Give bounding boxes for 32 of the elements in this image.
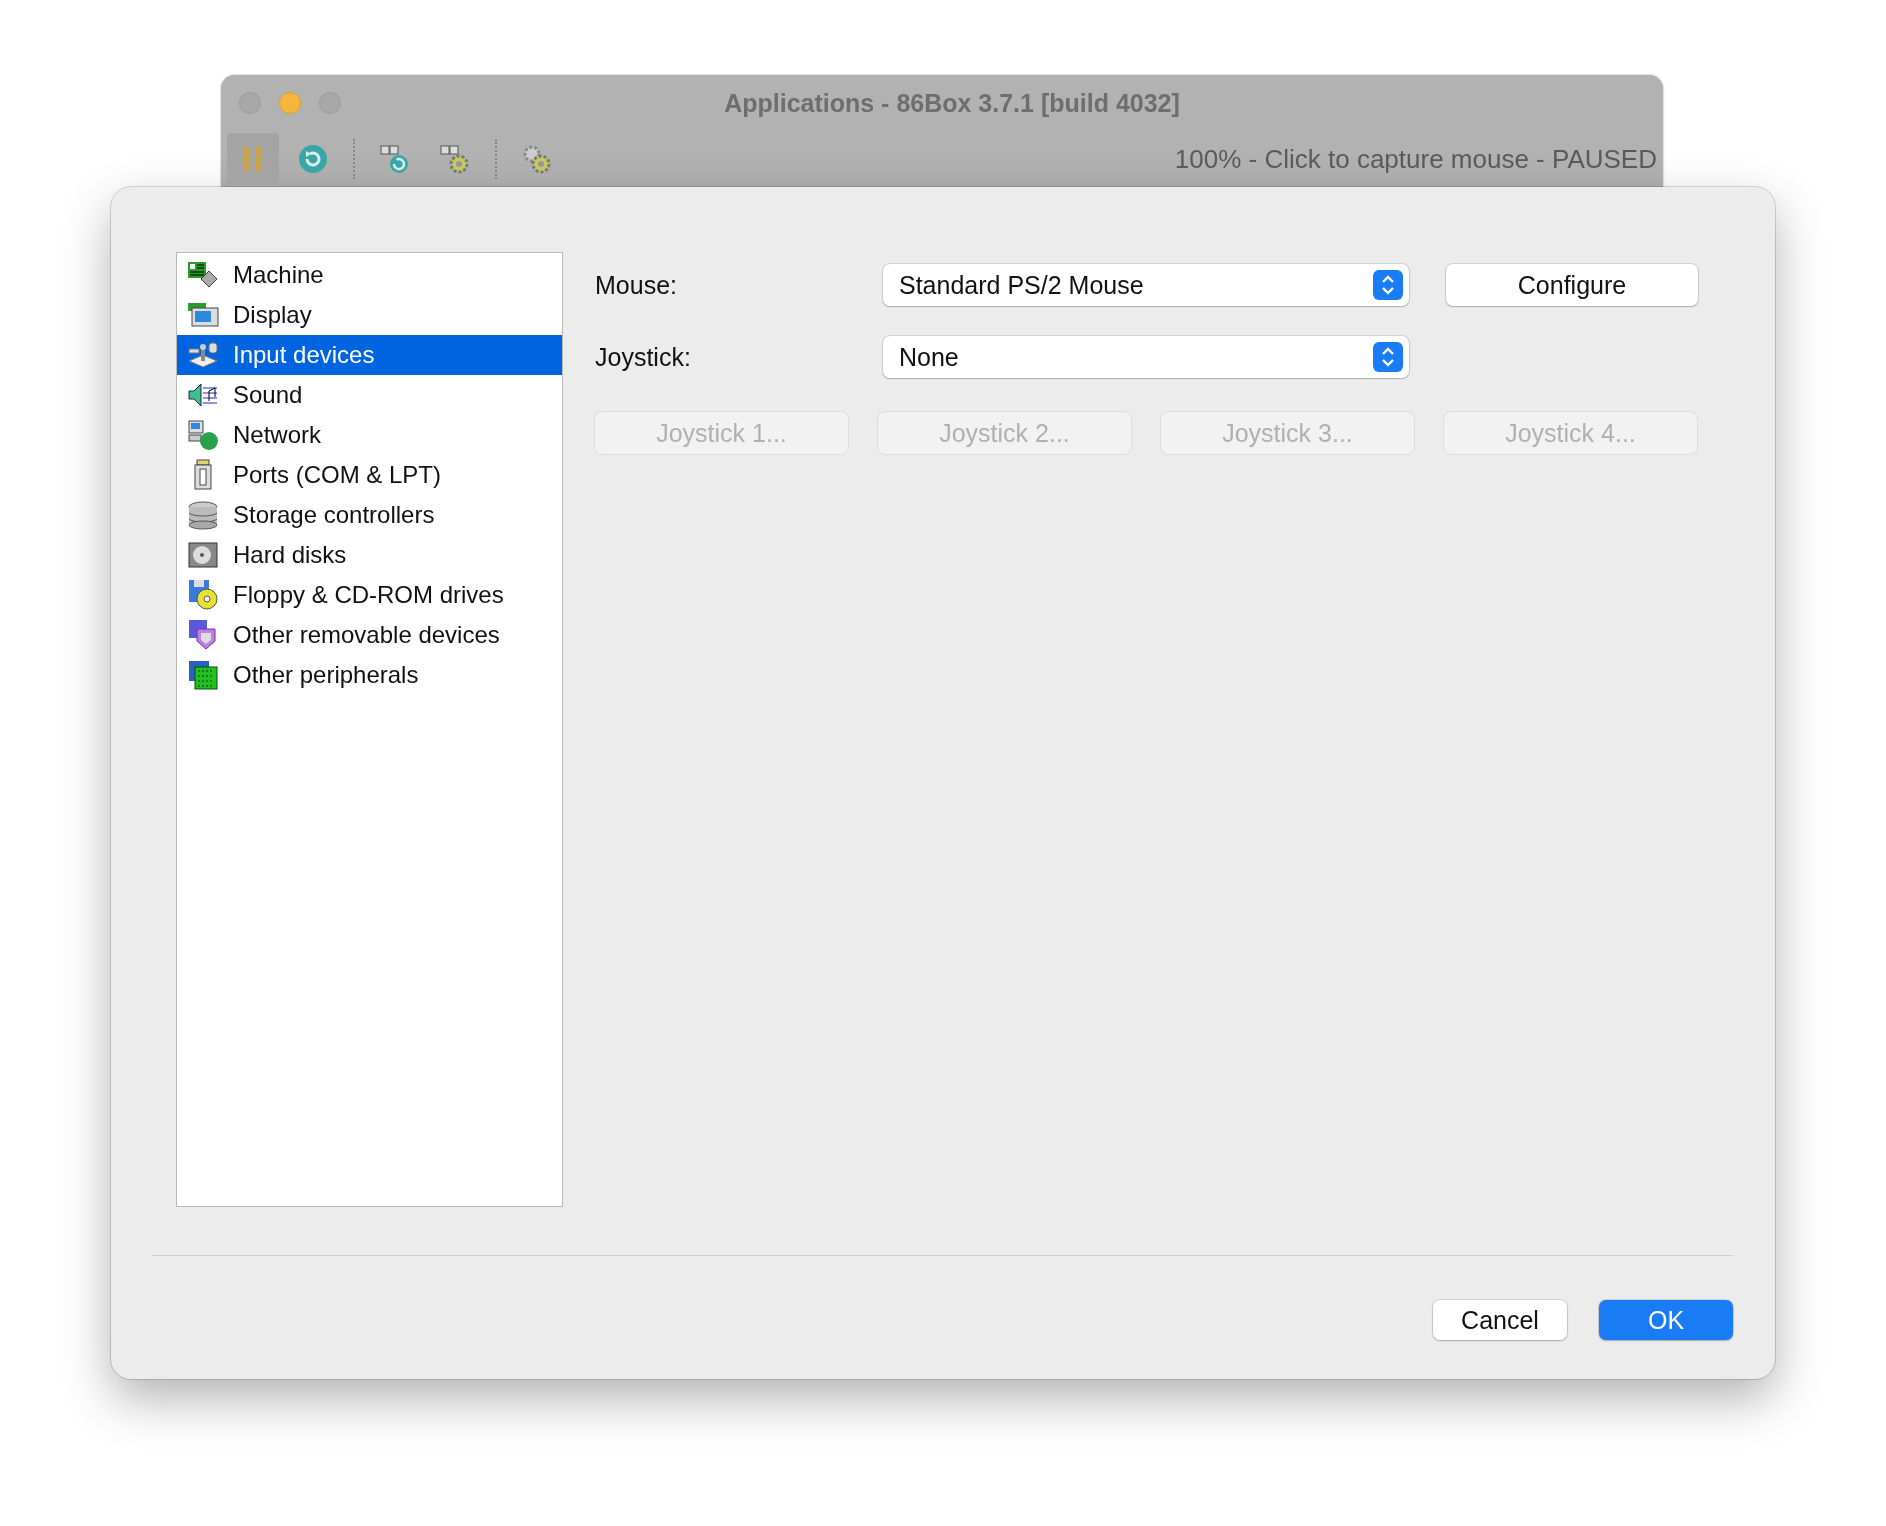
expansion-card-icon [187, 659, 219, 691]
floppy-cd-icon [187, 579, 219, 611]
gear-icon [521, 143, 553, 175]
sidebar-item[interactable]: Floppy & CD-ROM drives [177, 575, 562, 615]
dropdown[interactable]: None [883, 336, 1409, 378]
sidebar-item[interactable]: Network [177, 415, 562, 455]
window-title: Applications - 86Box 3.7.1 [build 4032] [723, 88, 1181, 118]
sidebar-item[interactable]: Machine [177, 255, 562, 295]
status-text: 100% - Click to capture mouse - PAUSED [1174, 143, 1657, 175]
removable-drive-icon [187, 619, 219, 651]
sidebar-item[interactable]: Display [177, 295, 562, 335]
sidebar-item[interactable]: Other peripherals [177, 655, 562, 695]
disk-stack-icon [187, 499, 219, 531]
minimize-button[interactable] [279, 92, 301, 114]
sidebar-item[interactable]: Other removable devices [177, 615, 562, 655]
sidebar-item[interactable]: Storage controllers [177, 495, 562, 535]
field-label: Joystick: [595, 342, 692, 372]
reset-icon [297, 143, 329, 175]
sidebar-item[interactable]: Sound [177, 375, 562, 415]
dropdown-arrows-icon [1373, 270, 1403, 300]
cancel-button[interactable]: Cancel [1433, 1300, 1567, 1340]
dropdown-arrows-icon [1373, 342, 1403, 372]
globe-computer-icon [187, 419, 219, 451]
sidebar-item[interactable]: Hard disks [177, 535, 562, 575]
keys-reset-icon [379, 143, 411, 175]
dropdown[interactable]: Standard PS/2 Mouse [883, 264, 1409, 306]
ok-button[interactable]: OK [1599, 1300, 1733, 1340]
configure-button[interactable]: Configure [1446, 264, 1698, 306]
field-label: Mouse: [595, 270, 678, 300]
keys-gear-icon [439, 143, 471, 175]
sidebar-item[interactable]: Ports (COM & LPT) [177, 455, 562, 495]
sidebar-item[interactable]: Input devices [177, 335, 562, 375]
